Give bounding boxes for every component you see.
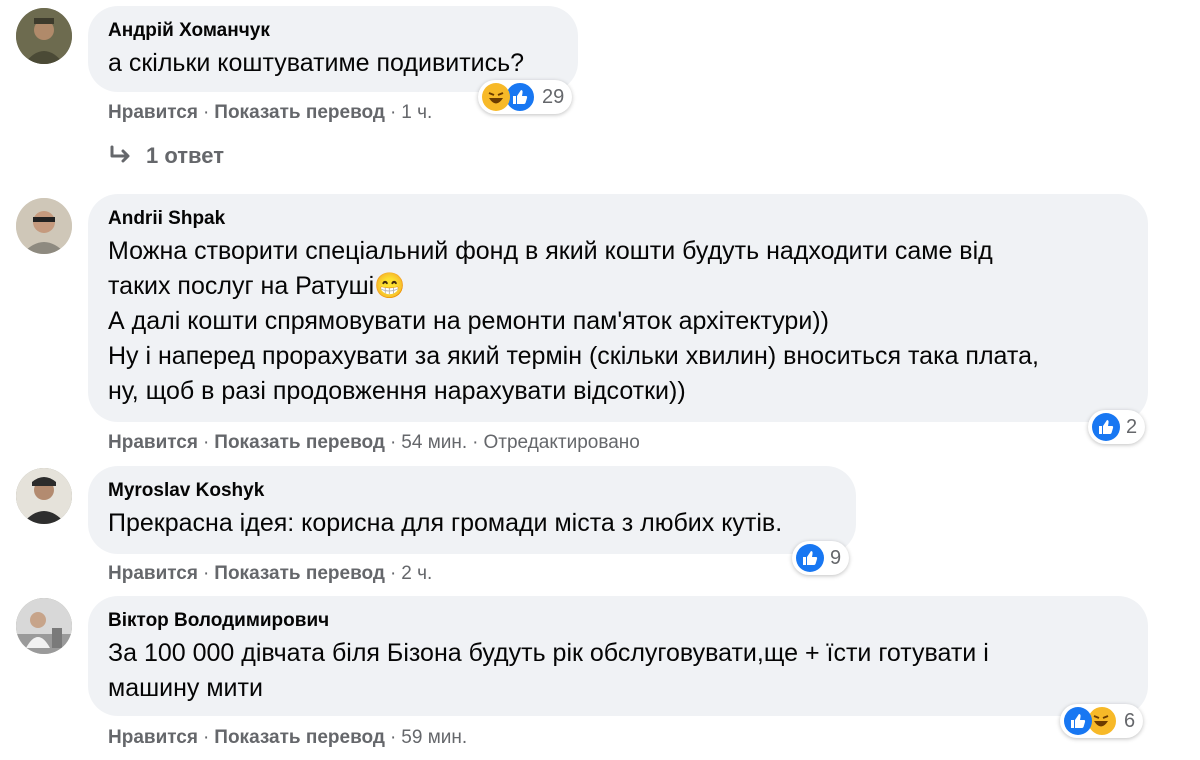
comment-author[interactable]: Віктор Володимирович	[108, 610, 1128, 632]
like-link[interactable]: Нравится	[108, 102, 198, 123]
reaction-summary[interactable]: 6	[1060, 704, 1144, 738]
comment-actions: Нравится · Показать перевод · 59 мин.	[108, 727, 467, 749]
reaction-count: 2	[1126, 415, 1138, 438]
avatar[interactable]	[16, 8, 72, 64]
reaction-summary[interactable]: 9	[792, 541, 850, 575]
haha-reaction-icon	[482, 83, 510, 111]
avatar[interactable]	[16, 598, 72, 654]
separator: ·	[389, 102, 397, 123]
like-reaction-icon	[1064, 707, 1092, 735]
separator: ·	[202, 563, 210, 584]
view-replies-link[interactable]: 1 ответ	[108, 143, 224, 169]
reaction-summary[interactable]: 29	[478, 80, 573, 114]
comment-author[interactable]: Andrii Shpak	[108, 208, 1128, 230]
timestamp[interactable]: 59 мин.	[401, 727, 467, 748]
separator: ·	[389, 727, 397, 748]
separator: ·	[389, 432, 397, 453]
comment-actions: Нравится · Показать перевод · 1 ч.	[108, 102, 432, 124]
separator: ·	[202, 432, 210, 453]
comment-text: Можна створити спеціальний фонд в який к…	[108, 237, 1039, 405]
like-link[interactable]: Нравится	[108, 727, 198, 748]
show-translation-link[interactable]: Показать перевод	[214, 727, 385, 748]
comment-text: Прекрасна ідея: корисна для громади міст…	[108, 509, 783, 537]
timestamp[interactable]: 2 ч.	[401, 563, 432, 584]
reaction-count: 9	[830, 546, 842, 569]
comment-bubble: Віктор Володимирович За 100 000 дівчата …	[88, 596, 1148, 716]
avatar[interactable]	[16, 468, 72, 524]
like-link[interactable]: Нравится	[108, 563, 198, 584]
comment-text: а скільки коштуватиме подивитись?	[108, 49, 525, 77]
replies-count-label[interactable]: 1 ответ	[146, 143, 224, 169]
like-reaction-icon	[796, 544, 824, 572]
like-reaction-icon	[1092, 413, 1120, 441]
separator: ·	[389, 563, 397, 584]
avatar[interactable]	[16, 198, 72, 254]
like-link[interactable]: Нравится	[108, 432, 198, 453]
comment-author[interactable]: Андрій Хоманчук	[108, 20, 558, 42]
reply-arrow-icon	[110, 145, 130, 163]
comment-bubble: Myroslav Koshyk Прекрасна ідея: корисна …	[88, 466, 856, 554]
comment-text: За 100 000 дівчата біля Бізона будуть рі…	[108, 639, 989, 702]
show-translation-link[interactable]: Показать перевод	[214, 102, 385, 123]
comment-author[interactable]: Myroslav Koshyk	[108, 480, 836, 502]
comment-actions: Нравится · Показать перевод · 54 мин. · Отреда…	[108, 432, 640, 454]
comment-bubble: Andrii Shpak Можна створити спеціальний …	[88, 194, 1148, 422]
separator: ·	[202, 727, 210, 748]
reaction-summary[interactable]: 2	[1088, 410, 1146, 444]
timestamp[interactable]: 1 ч.	[401, 102, 432, 123]
comment-actions: Нравится · Показать перевод · 2 ч.	[108, 563, 432, 585]
show-translation-link[interactable]: Показать перевод	[214, 432, 385, 453]
reaction-count: 6	[1124, 709, 1136, 732]
edited-label[interactable]: Отредактировано	[484, 432, 640, 453]
separator: ·	[202, 102, 210, 123]
timestamp[interactable]: 54 мин.	[401, 432, 467, 453]
separator: ·	[472, 432, 479, 453]
reaction-count: 29	[542, 85, 565, 108]
show-translation-link[interactable]: Показать перевод	[214, 563, 385, 584]
